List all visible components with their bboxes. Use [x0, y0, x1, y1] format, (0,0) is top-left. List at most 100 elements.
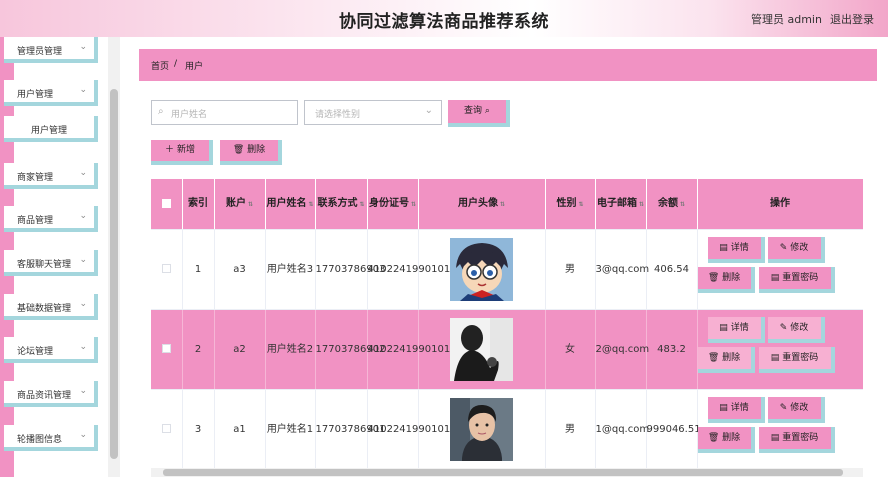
select-all-checkbox[interactable]: [161, 198, 171, 208]
sidebar-item-product-manage[interactable]: 商品管理 ⌄: [4, 206, 98, 232]
breadcrumb-current: 用户: [185, 62, 204, 72]
column-header-account[interactable]: 账户 ⇅: [214, 179, 266, 230]
sidebar-item-label: 客服聊天管理: [17, 260, 72, 270]
batch-delete-button[interactable]: 🗑 删除: [220, 140, 282, 165]
sort-icon[interactable]: ⇅: [411, 201, 416, 208]
cell-index: 1: [182, 229, 215, 310]
cell-balance: 406.54: [646, 229, 698, 310]
column-header-id-card[interactable]: 身份证号 ⇅: [367, 179, 419, 230]
chevron-down-icon: ⌄: [79, 386, 87, 396]
sort-icon[interactable]: ⇅: [639, 201, 644, 208]
sidebar-item-merchant-manage[interactable]: 商家管理 ⌄: [4, 163, 98, 189]
edit-button[interactable]: ✎ 修改: [767, 397, 825, 423]
sidebar-item-label: 论坛管理: [17, 347, 54, 357]
search-name-input[interactable]: ⌕ 用户姓名: [151, 100, 298, 125]
plus-icon: ＋: [165, 145, 175, 155]
table-horizontal-scrollbar-thumb[interactable]: [163, 469, 843, 476]
reset-password-button[interactable]: ▤ 重置密码: [758, 427, 835, 453]
edit-button[interactable]: ✎ 修改: [767, 317, 825, 343]
document-icon: ▤: [770, 433, 780, 443]
column-header-avatar[interactable]: 用户头像 ⇅: [418, 179, 546, 230]
table-row[interactable]: 1 a3 用户姓名3 17703786903 41022419901010200…: [151, 229, 863, 310]
trash-icon: 🗑: [707, 433, 720, 443]
sidebar-item-admin-manage[interactable]: 管理员管理 ⌄: [4, 37, 98, 63]
row-actions: ▤ 详情 ✎ 修改 🗑 删除 ▤ 重置密码: [697, 394, 864, 464]
cell-id-card: 410224199010102001: [367, 389, 482, 469]
cell-ops: ▤ 详情 ✎ 修改 🗑 删除 ▤ 重置密码: [697, 229, 863, 310]
sort-icon[interactable]: ⇅: [500, 201, 505, 208]
detail-button[interactable]: ▤ 详情: [707, 317, 765, 343]
table-row[interactable]: 3 a1 用户姓名1 17703786901 41022419901010200…: [151, 389, 863, 469]
current-user: 管理员 admin: [751, 13, 822, 26]
table-row[interactable]: 2 a2 用户姓名2 17703786902 41022419901010200…: [151, 309, 864, 390]
sidebar-scrollbar[interactable]: [108, 37, 120, 477]
trash-icon: 🗑: [232, 145, 245, 155]
column-header-gender[interactable]: 性别 ⇅: [545, 179, 596, 230]
trash-icon: 🗑: [707, 273, 720, 283]
cell-name: 用户姓名1: [265, 389, 316, 469]
sidebar-item-user-manage[interactable]: 用户管理 ⌄: [4, 80, 98, 106]
sort-icon[interactable]: ⇅: [680, 201, 685, 208]
column-header-name[interactable]: 用户姓名 ⇅: [265, 179, 316, 230]
sidebar-item-label: 用户管理: [17, 90, 54, 100]
search-name-placeholder: 用户姓名: [171, 110, 208, 120]
sidebar-item-label: 轮播图信息: [17, 435, 63, 445]
delete-button[interactable]: 🗑 删除: [697, 347, 755, 373]
chevron-down-icon: ⌄: [79, 255, 87, 265]
sidebar-item-label: 管理员管理: [17, 47, 63, 57]
detail-button[interactable]: ▤ 详情: [707, 397, 765, 423]
column-header-index: 索引: [182, 179, 215, 230]
logout-link[interactable]: 退出登录: [830, 11, 874, 27]
query-button-label: 查询: [464, 106, 483, 116]
sidebar-item-forum-manage[interactable]: 论坛管理 ⌄: [4, 337, 98, 363]
cell-balance: 483.2: [646, 309, 698, 390]
cell-email: 1@qq.com: [595, 389, 649, 469]
sidebar-item-chat-manage[interactable]: 客服聊天管理 ⌄: [4, 250, 98, 276]
pencil-icon: ✎: [779, 323, 788, 333]
cell-index: 3: [182, 389, 215, 469]
sidebar-scrollbar-thumb[interactable]: [110, 89, 118, 459]
delete-button[interactable]: 🗑 删除: [697, 267, 755, 293]
sidebar-item-carousel-info[interactable]: 轮播图信息 ⌄: [4, 425, 98, 451]
sort-icon[interactable]: ⇅: [578, 201, 583, 208]
sidebar-item-basic-data-manage[interactable]: 基础数据管理 ⌄: [4, 294, 98, 320]
breadcrumb-home[interactable]: 首页: [151, 59, 169, 72]
sidebar-item-label: 用户管理: [31, 126, 68, 136]
row-select-cell: [151, 309, 183, 390]
chevron-down-icon: ⌄: [79, 85, 87, 95]
column-header-balance[interactable]: 余额 ⇅: [646, 179, 698, 230]
sort-icon[interactable]: ⇅: [248, 201, 253, 208]
add-button[interactable]: ＋ 新增: [151, 140, 213, 165]
breadcrumb-separator: /: [174, 59, 178, 69]
cell-account: a2: [214, 309, 266, 390]
reset-password-button[interactable]: ▤ 重置密码: [758, 267, 835, 293]
document-icon: ▤: [719, 403, 728, 413]
column-header-email[interactable]: 电子邮箱 ⇅: [595, 179, 647, 230]
sort-icon[interactable]: ⇅: [359, 201, 364, 208]
cell-index: 2: [182, 309, 215, 390]
user-avatar-image: [450, 237, 513, 301]
gender-select[interactable]: 请选择性别 ⌄: [304, 100, 442, 125]
table-header-row: 索引 账户 ⇅ 用户姓名 ⇅ 联系方式 ⇅ 身份证号 ⇅ 用户头像 ⇅ 性别 ⇅ 电子邮箱 ⇅…: [151, 179, 863, 230]
reset-password-button[interactable]: ▤ 重置密码: [758, 347, 835, 373]
row-checkbox[interactable]: [161, 264, 171, 273]
detail-button[interactable]: ▤ 详情: [707, 237, 765, 263]
chevron-down-icon: ⌄: [79, 342, 87, 352]
cell-email: 3@qq.com: [595, 229, 649, 310]
chevron-down-icon: ⌄: [79, 42, 87, 52]
select-all-cell: [151, 179, 183, 230]
table-horizontal-scrollbar[interactable]: [151, 468, 863, 477]
sidebar-item-news-manage[interactable]: 商品资讯管理 ⌄: [4, 381, 98, 407]
cell-gender: 男: [545, 229, 596, 310]
row-checkbox[interactable]: [161, 424, 171, 433]
query-button[interactable]: 查询 ⌕: [448, 100, 510, 127]
cell-gender: 女: [545, 309, 596, 390]
sort-icon[interactable]: ⇅: [308, 201, 313, 208]
sidebar-subitem-user-manage[interactable]: 用户管理: [4, 116, 98, 142]
cell-balance: 999046.51: [646, 389, 701, 469]
delete-button[interactable]: 🗑 删除: [697, 427, 755, 453]
column-header-phone[interactable]: 联系方式 ⇅: [315, 179, 368, 230]
edit-button[interactable]: ✎ 修改: [767, 237, 825, 263]
row-checkbox[interactable]: [161, 344, 171, 353]
row-actions: ▤ 详情 ✎ 修改 🗑 删除 ▤ 重置密码: [697, 314, 864, 384]
